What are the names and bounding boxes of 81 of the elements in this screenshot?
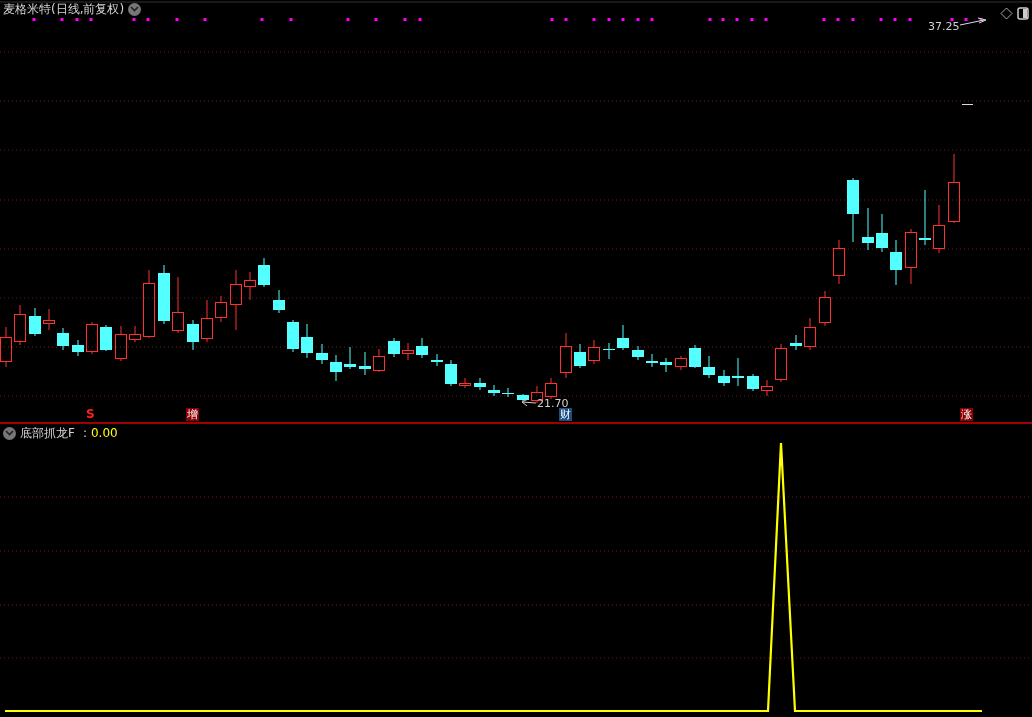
- candlestick: [862, 207, 874, 251]
- candlestick: [143, 269, 155, 339]
- candlestick: [402, 342, 414, 361]
- candlestick: [905, 228, 917, 285]
- candlestick: [330, 354, 342, 382]
- candlestick: [187, 319, 199, 351]
- candlestick: [301, 323, 313, 359]
- event-tag: 涨: [960, 408, 973, 421]
- candlestick: [948, 153, 960, 224]
- candlestick: [603, 342, 615, 360]
- candlestick: [517, 393, 529, 402]
- candlestick: [230, 269, 242, 331]
- candlestick: [172, 276, 184, 334]
- candlestick: [502, 387, 514, 398]
- candlestick: [431, 353, 443, 367]
- chart-period: (日线,前复权): [51, 2, 125, 16]
- candlestick: [43, 308, 55, 331]
- candlestick: [675, 355, 687, 371]
- candlestick: [646, 353, 658, 368]
- event-tag: 财: [559, 408, 572, 421]
- candlestick: [14, 304, 26, 346]
- candlestick: [890, 239, 902, 286]
- candlestick: [790, 334, 802, 351]
- candlestick: [545, 377, 557, 400]
- candlestick: [244, 271, 256, 301]
- candlestick: [273, 289, 285, 314]
- candlestick: [100, 324, 112, 352]
- candlestick: [833, 239, 845, 285]
- candlestick: [574, 343, 586, 369]
- candlestick: [474, 377, 486, 391]
- candlestick: [876, 213, 888, 253]
- candlestick: [919, 189, 931, 246]
- candlestick: [703, 355, 715, 379]
- candlestick: [459, 377, 471, 389]
- candlestick: [732, 357, 744, 387]
- candlestick: [819, 290, 831, 327]
- signal-marker: S: [86, 408, 95, 420]
- price-tick: [961, 104, 974, 105]
- candlestick: [761, 379, 773, 397]
- arrow-icon: [521, 398, 537, 407]
- candlestick: [617, 324, 629, 351]
- candlestick: [933, 204, 945, 254]
- candlestick: [201, 299, 213, 343]
- low-price-label: 21.70: [537, 397, 569, 410]
- event-tag: 增: [186, 408, 199, 421]
- candlestick: [0, 326, 12, 368]
- candlestick: [689, 344, 701, 369]
- candlestick: [258, 257, 270, 288]
- candlestick: [158, 264, 170, 325]
- candlestick: [115, 325, 127, 362]
- candlestick: [588, 339, 600, 365]
- arrow-icon: [959, 17, 987, 26]
- candlestick: [416, 337, 428, 359]
- candlestick: [316, 343, 328, 365]
- candlestick: [804, 317, 816, 351]
- candlestick: [388, 337, 400, 358]
- separator-colon: :: [82, 426, 87, 440]
- indicator-name: 底部抓龙F: [20, 426, 75, 440]
- candlestick: [747, 373, 759, 392]
- candlestick: [445, 359, 457, 387]
- candlestick: [86, 321, 98, 355]
- candlestick: [775, 343, 787, 383]
- candlestick: [215, 295, 227, 323]
- candlestick: [660, 357, 672, 373]
- candlestick: [57, 327, 69, 351]
- high-price-label: 37.25: [928, 20, 960, 33]
- candlestick: [560, 332, 572, 379]
- indicator-value: 0.00: [90, 426, 118, 440]
- candlestick: [287, 319, 299, 353]
- candlestick: [72, 339, 84, 357]
- candlestick: [847, 177, 859, 243]
- collapse-button[interactable]: [3, 426, 16, 440]
- candlestick: [359, 351, 371, 376]
- candlestick: [373, 348, 385, 373]
- candlestick: [129, 325, 141, 343]
- candlestick: [488, 384, 500, 397]
- candlestick: [344, 346, 356, 370]
- candlestick: [29, 307, 41, 337]
- chart-title: 麦格米特: [3, 2, 51, 16]
- candlestick: [632, 345, 644, 361]
- candlestick: [718, 369, 730, 387]
